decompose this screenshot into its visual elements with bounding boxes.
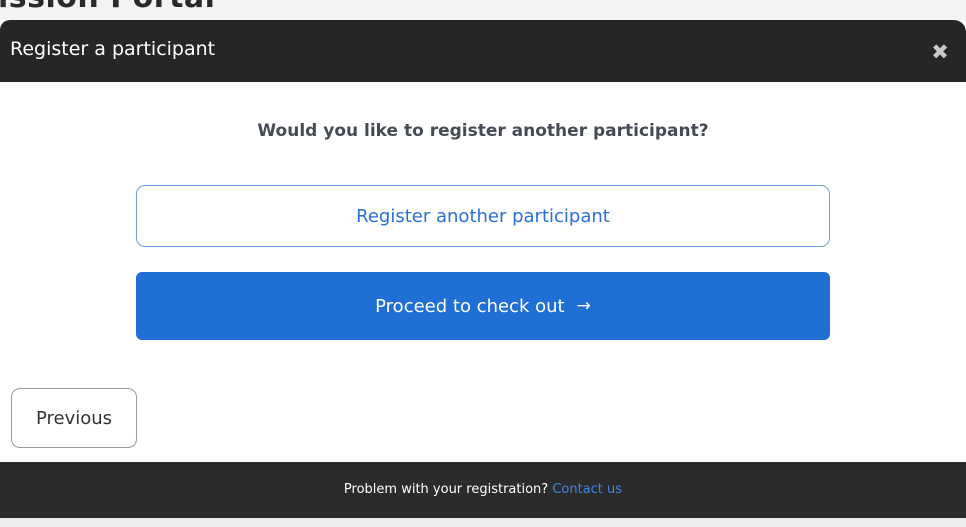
proceed-to-checkout-button[interactable]: Proceed to check out → [136, 272, 830, 340]
previous-label: Previous [35, 407, 113, 429]
modal-title: Register a participant [10, 38, 216, 60]
register-another-label: Register another participant [356, 205, 610, 227]
contact-us-link[interactable]: Contact us [552, 482, 622, 497]
page: ission Portal Register a participant ✖ W… [0, 0, 966, 527]
bottom-strip [0, 518, 966, 527]
footer-text: Problem with your registration? [343, 482, 549, 497]
background-page-title: ission Portal [0, 0, 215, 15]
modal-header: Register a participant ✖ [0, 20, 966, 82]
checkout-label: Proceed to check out [375, 295, 565, 317]
register-another-button[interactable]: Register another participant [136, 185, 830, 247]
register-participant-modal: Register a participant ✖ Would you like … [0, 20, 966, 527]
close-icon[interactable]: ✖ [930, 42, 950, 63]
register-question: Would you like to register another parti… [257, 121, 709, 141]
previous-button[interactable]: Previous [11, 388, 137, 448]
arrow-right-icon: → [576, 295, 591, 316]
modal-footer: Problem with your registration? Contact … [0, 462, 966, 518]
